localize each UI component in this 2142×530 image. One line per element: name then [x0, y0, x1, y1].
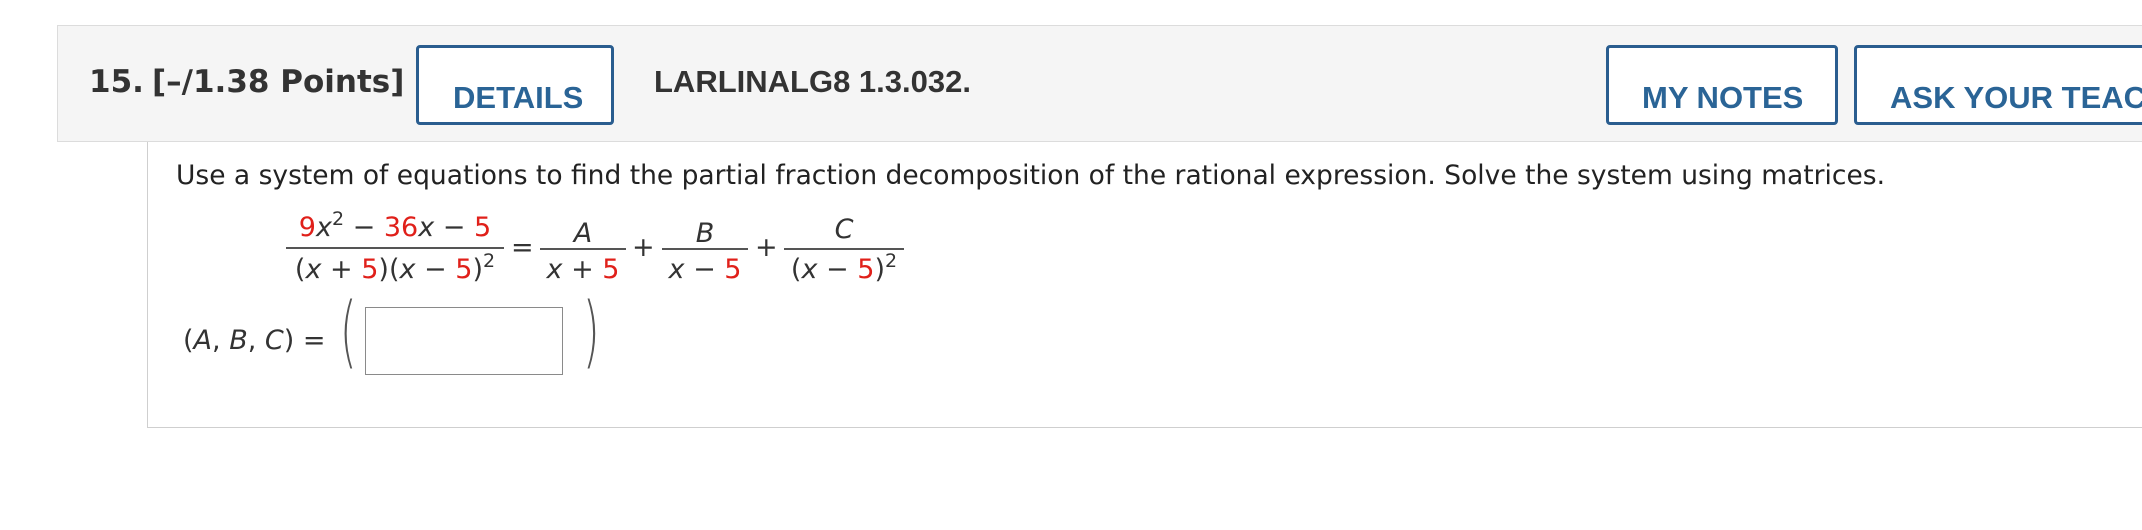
- problem-id: LARLINALG8 1.3.032.: [654, 64, 971, 99]
- answer-input[interactable]: [365, 307, 563, 375]
- term-a-denominator: x + 5: [546, 254, 620, 285]
- term-c-fraction: C (x − 5)2: [784, 214, 904, 298]
- my-notes-button[interactable]: MY NOTES: [1606, 45, 1838, 125]
- term-b-denominator: x − 5: [668, 254, 742, 285]
- term-b-numerator: B: [695, 218, 715, 249]
- plus-sign: +: [755, 232, 778, 263]
- fraction-bar: [286, 247, 504, 249]
- lhs-fraction: 9x2 − 36x − 5 (x + 5)(x − 5)2: [286, 208, 504, 294]
- points-label: [–/1.38 Points]: [152, 64, 405, 100]
- answer-label: (A, B, C) =: [183, 325, 326, 356]
- left-paren: (: [339, 287, 357, 377]
- term-c-denominator: (x − 5)2: [790, 250, 898, 285]
- question-number: 15.: [89, 64, 144, 100]
- details-button[interactable]: DETAILS: [416, 45, 614, 125]
- fraction-bar: [662, 248, 748, 250]
- right-paren: ): [582, 287, 600, 377]
- term-c-numerator: C: [834, 214, 854, 245]
- equals-sign: =: [511, 232, 534, 263]
- term-a-numerator: A: [573, 218, 593, 249]
- plus-sign: +: [632, 232, 655, 263]
- lhs-numerator: 9x2 − 36x − 5: [298, 208, 492, 243]
- fraction-bar: [540, 248, 626, 250]
- term-a-fraction: A x + 5: [540, 218, 626, 296]
- lhs-denominator: (x + 5)(x − 5)2: [294, 250, 496, 285]
- term-b-fraction: B x − 5: [662, 218, 748, 296]
- ask-teacher-button[interactable]: ASK YOUR TEACHER: [1854, 45, 2142, 125]
- instructions-text: Use a system of equations to find the pa…: [176, 160, 1886, 191]
